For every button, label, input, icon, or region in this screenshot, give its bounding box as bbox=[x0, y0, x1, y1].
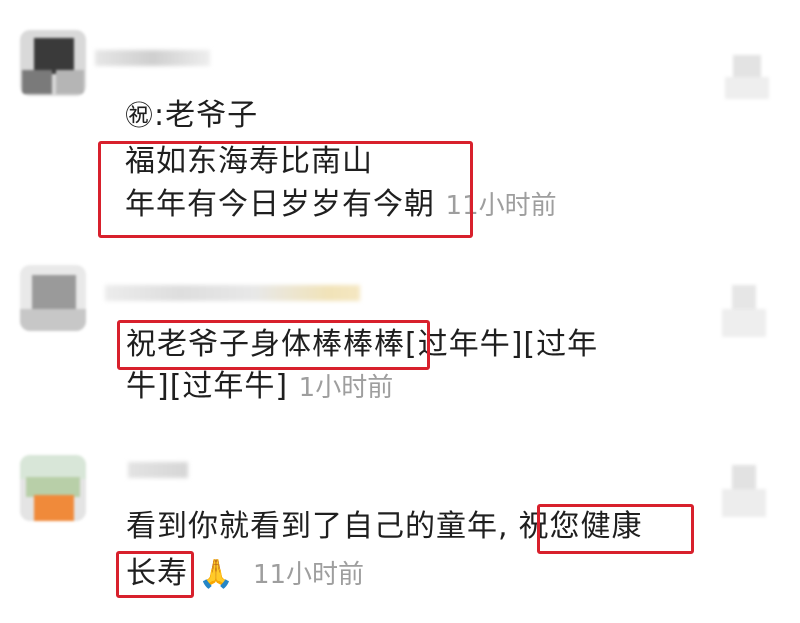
username-placeholder[interactable] bbox=[105, 285, 360, 301]
avatar[interactable] bbox=[20, 30, 86, 96]
avatar[interactable] bbox=[20, 265, 86, 331]
comment-header: ㊗:老爷子 bbox=[125, 98, 259, 133]
username-placeholder[interactable] bbox=[128, 462, 188, 478]
congrats-icon: ㊗ bbox=[125, 99, 155, 132]
timestamp: 11小时前 bbox=[252, 560, 365, 590]
highlight-box bbox=[117, 320, 430, 370]
username-placeholder[interactable] bbox=[95, 50, 210, 66]
like-icon[interactable] bbox=[725, 55, 769, 105]
folded-hands-icon: 🙏 bbox=[198, 557, 235, 590]
timestamp: 1小时前 bbox=[298, 373, 394, 403]
like-icon[interactable] bbox=[722, 465, 766, 520]
highlight-box bbox=[98, 141, 473, 238]
like-icon[interactable] bbox=[722, 285, 766, 340]
highlight-box bbox=[116, 551, 194, 598]
avatar[interactable] bbox=[20, 455, 86, 521]
highlight-box bbox=[537, 504, 694, 554]
comment-text-line: 牛][过年牛] 1小时前 bbox=[126, 369, 394, 404]
